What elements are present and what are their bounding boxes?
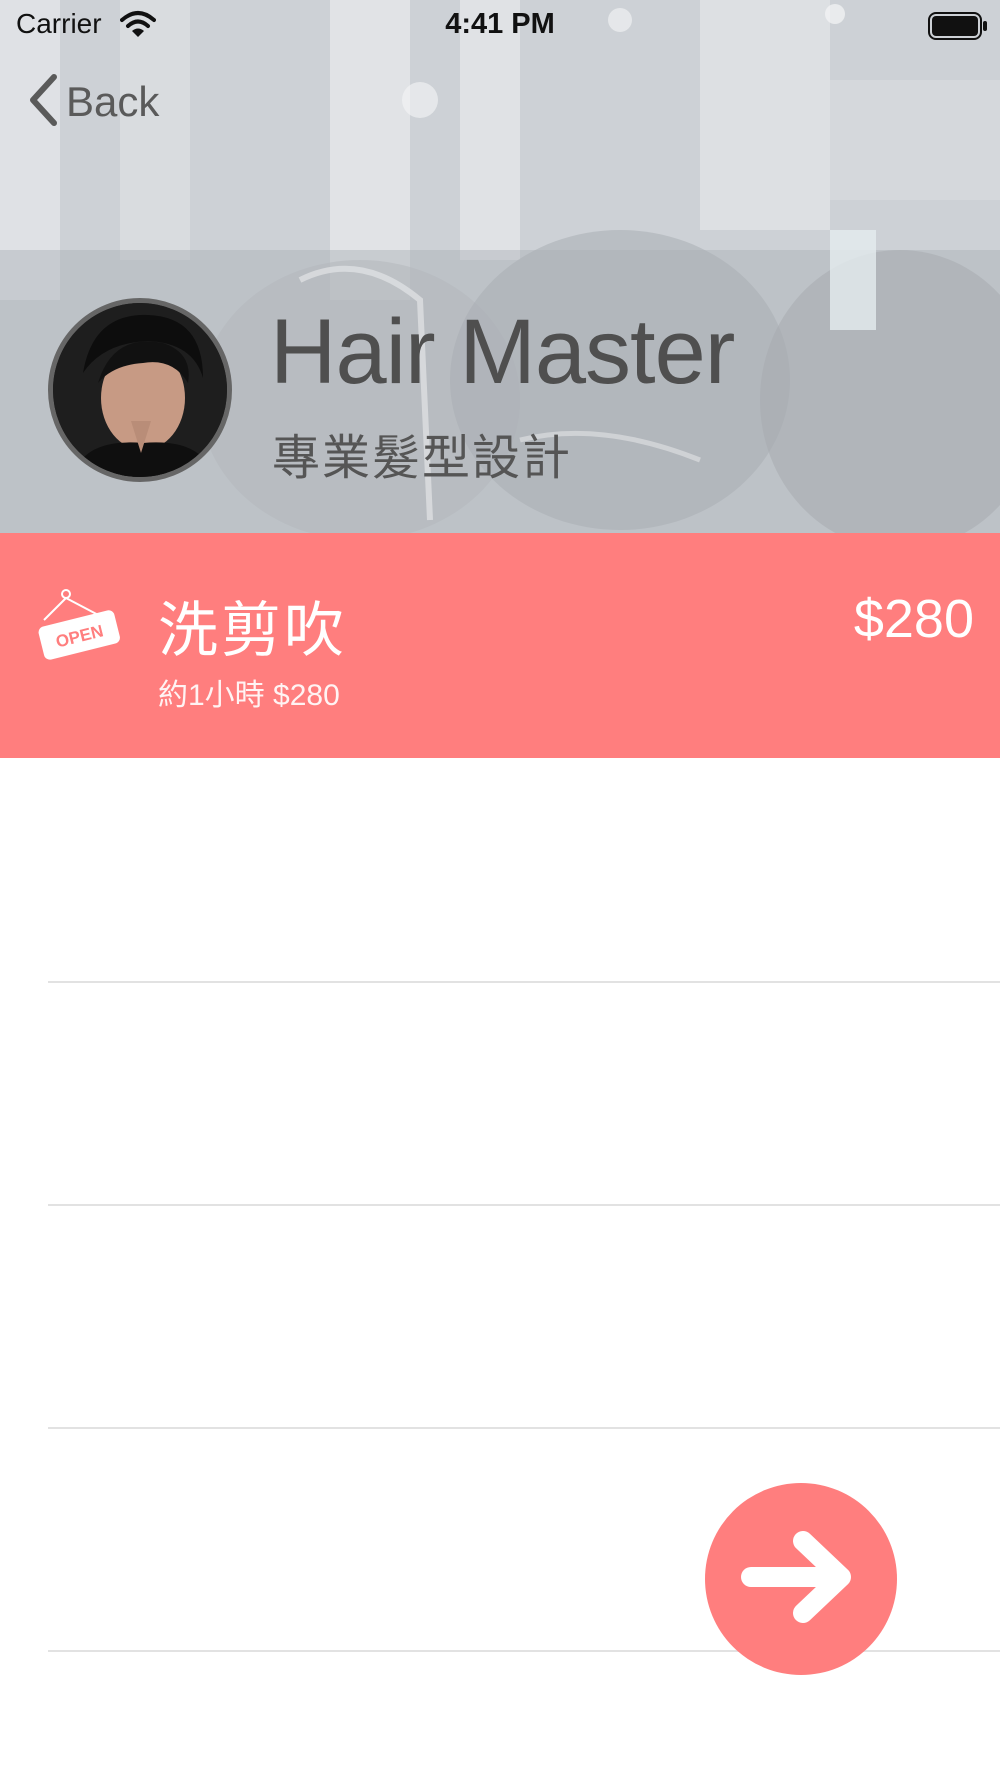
back-button[interactable]: Back	[28, 73, 160, 131]
stylist-portrait	[53, 303, 227, 477]
chevron-left-icon	[28, 73, 58, 131]
clock: 4:41 PM	[445, 8, 555, 40]
service-name: 洗剪吹	[158, 597, 347, 664]
service-detail: 約1小時 $280	[158, 679, 340, 712]
avatar	[48, 298, 232, 482]
service-row[interactable]	[0, 533, 1000, 758]
page-title: Hair Master	[270, 301, 735, 403]
arrow-right-icon	[741, 1527, 861, 1632]
service-price: $280	[853, 589, 974, 649]
status-bar: Carrier 4:41 PM	[0, 0, 1000, 50]
list-item[interactable]	[0, 1206, 1000, 1428]
back-button-label: Back	[66, 78, 160, 125]
next-button[interactable]	[705, 1483, 897, 1675]
open-sign-icon: OPEN	[36, 588, 122, 665]
list-item[interactable]	[0, 758, 1000, 980]
battery-icon	[928, 12, 988, 45]
page-subtitle: 專業髮型設計	[272, 432, 573, 485]
list-item[interactable]	[0, 983, 1000, 1205]
